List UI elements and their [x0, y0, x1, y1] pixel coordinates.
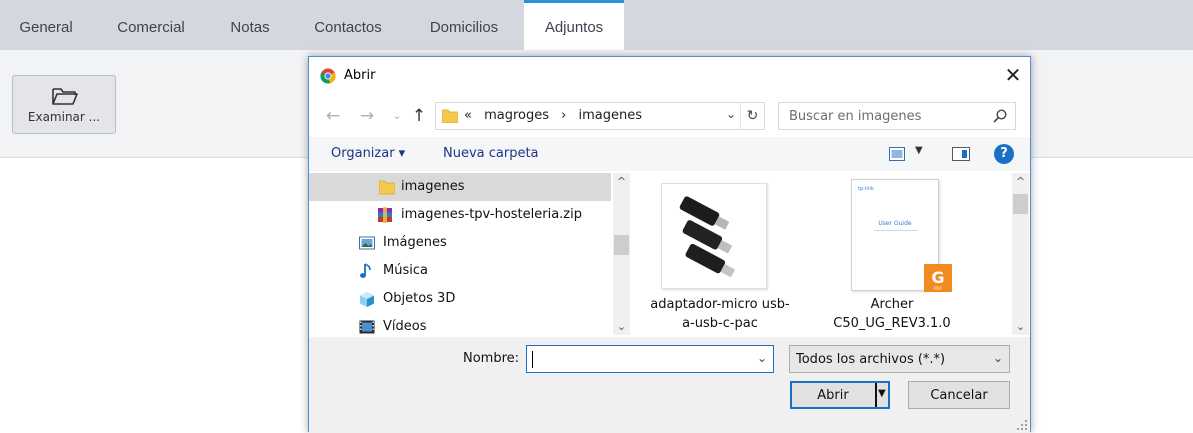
tree-item-musica[interactable]: Música	[309, 257, 611, 285]
dialog-title: Abrir	[344, 68, 376, 83]
tab-contactos[interactable]: Contactos	[300, 0, 396, 50]
filetype-value: Todos los archivos (*.*)	[796, 352, 946, 367]
back-arrow-icon[interactable]: ←	[323, 106, 343, 126]
tab-adjuntos[interactable]: Adjuntos	[524, 0, 624, 50]
thumbnail-line	[874, 230, 918, 231]
pictures-icon	[359, 236, 375, 250]
tree-item-zip[interactable]: imagenes-tpv-hosteleria.zip	[309, 201, 611, 229]
search-input[interactable]	[779, 103, 984, 129]
filetype-chevron-icon: ⌄	[992, 351, 1003, 365]
thumbnail-title: User Guide	[878, 220, 912, 227]
recent-locations-chevron-icon[interactable]: ⌄	[387, 106, 407, 126]
chrome-icon	[320, 68, 336, 84]
tree-item-label: imagenes-tpv-hosteleria.zip	[401, 207, 582, 222]
svg-text:PDF: PDF	[934, 286, 942, 291]
open-button[interactable]: Abrir ▼	[790, 381, 890, 409]
address-dropdown-chevron-icon[interactable]: ⌄	[726, 107, 736, 121]
tab-bar: General Comercial Notas Contactos Domici…	[0, 0, 1193, 50]
filename-label: Nombre:	[463, 351, 520, 366]
file-thumbnail	[661, 183, 767, 289]
folder-open-icon	[52, 88, 78, 105]
tree-item-label: Vídeos	[383, 319, 427, 334]
forward-arrow-icon[interactable]: →	[357, 106, 377, 126]
usb-adapters-thumbnail	[679, 196, 736, 278]
cancel-button[interactable]: Cancelar	[908, 381, 1010, 409]
dialog-toolbar: Organizar ▾ Nueva carpeta ▼ ?	[309, 137, 1030, 171]
tree-item-label: imagenes	[401, 179, 465, 194]
breadcrumb: « magroges › imagenes	[464, 108, 650, 123]
tree-item-label: Música	[383, 263, 428, 278]
filename-input[interactable]	[527, 346, 747, 372]
file-view: adaptador-micro usb-a-usb-c-pac tp-link …	[629, 173, 1193, 335]
browse-button-label: Examinar ...	[27, 110, 101, 124]
text-caret	[532, 351, 533, 368]
open-button-label: Abrir	[817, 388, 849, 403]
tree-item-label: Objetos 3D	[383, 291, 456, 306]
resize-grip-icon[interactable]	[1017, 420, 1027, 430]
change-view-icon[interactable]	[889, 147, 905, 161]
tree-scroll-thumb[interactable]	[614, 235, 629, 255]
file-item[interactable]: adaptador-micro usb-a-usb-c-pac	[629, 173, 790, 335]
filename-dropdown-chevron-icon[interactable]: ⌄	[757, 351, 767, 365]
tab-domicilios[interactable]: Domicilios	[414, 0, 514, 50]
dialog-titlebar: Abrir ✕	[309, 57, 1030, 95]
files-scrollbar[interactable]: ^ ⌄	[1012, 173, 1029, 335]
help-icon[interactable]: ?	[994, 144, 1014, 164]
tree-item-label: Imágenes	[383, 235, 447, 250]
preview-pane-icon[interactable]	[952, 147, 970, 161]
organize-button[interactable]: Organizar ▾	[331, 146, 405, 161]
scroll-up-icon[interactable]: ^	[1012, 173, 1029, 190]
tab-comercial[interactable]: Comercial	[100, 0, 202, 50]
tree-item-objetos-3d[interactable]: Objetos 3D	[309, 285, 611, 313]
breadcrumb-magroges[interactable]: magroges	[484, 108, 549, 123]
folder-icon	[379, 180, 395, 195]
refresh-icon[interactable]: ↻	[740, 103, 764, 129]
tab-notas[interactable]: Notas	[218, 0, 282, 50]
filetype-select[interactable]: Todos los archivos (*.*) ⌄	[789, 345, 1010, 373]
videos-icon	[359, 320, 375, 334]
winrar-archive-icon	[378, 207, 392, 223]
search-icon	[993, 109, 1007, 123]
folder-icon	[442, 109, 458, 123]
filename-combobox[interactable]: ⌄	[526, 345, 774, 373]
svg-text:G: G	[931, 268, 944, 287]
file-thumbnail: tp-link User Guide G PDF	[851, 179, 952, 292]
music-icon	[360, 263, 371, 278]
dialog-footer: Nombre: ⌄ Todos los archivos (*.*) ⌄ Abr…	[309, 337, 1030, 433]
navigation-tree: imagenes imagenes-tpv-hosteleria.zip Imá…	[309, 173, 611, 335]
file-name: adaptador-micro usb-a-usb-c-pac	[650, 297, 790, 331]
tree-item-imagenes[interactable]: imagenes	[309, 173, 611, 201]
tp-link-logo: tp-link	[858, 186, 874, 192]
new-folder-button[interactable]: Nueva carpeta	[443, 146, 539, 161]
tree-item-videos[interactable]: Vídeos	[309, 313, 611, 335]
file-name: Archer C50_UG_REV3.1.0	[833, 297, 951, 331]
breadcrumb-separator-icon: ›	[561, 108, 567, 123]
cancel-button-label: Cancelar	[930, 388, 988, 403]
up-arrow-icon[interactable]: ↑	[409, 106, 429, 126]
scroll-up-icon[interactable]: ^	[613, 173, 630, 190]
navigation-bar: ← → ⌄ ↑ « magroges › imagenes ⌄ ↻	[309, 99, 1030, 133]
tab-general[interactable]: General	[0, 0, 92, 50]
scroll-down-icon[interactable]: ⌄	[613, 318, 630, 335]
view-dropdown-chevron-icon[interactable]: ▼	[915, 145, 923, 156]
breadcrumb-overflow[interactable]: «	[464, 108, 472, 123]
address-bar[interactable]: « magroges › imagenes ⌄ ↻	[435, 102, 765, 130]
file-item[interactable]: tp-link User Guide G PDF Archer C50_UG_R…	[809, 173, 952, 335]
foxit-pdf-icon: G PDF	[924, 264, 952, 292]
open-file-dialog: Abrir ✕ ← → ⌄ ↑ « magroges › imagenes ⌄ …	[308, 56, 1031, 433]
open-options-dropdown-icon[interactable]: ▼	[878, 388, 886, 399]
files-scroll-thumb[interactable]	[1013, 194, 1028, 214]
objects-3d-icon	[360, 292, 374, 307]
tree-scrollbar[interactable]: ^ ⌄	[613, 173, 630, 335]
breadcrumb-imagenes[interactable]: imagenes	[579, 108, 643, 123]
open-button-divider	[875, 383, 877, 407]
browse-button[interactable]: Examinar ...	[12, 75, 116, 134]
tree-item-imagenes-library[interactable]: Imágenes	[309, 229, 611, 257]
close-icon[interactable]: ✕	[996, 57, 1030, 95]
scroll-down-icon[interactable]: ⌄	[1012, 318, 1029, 335]
search-box[interactable]	[778, 102, 1016, 130]
